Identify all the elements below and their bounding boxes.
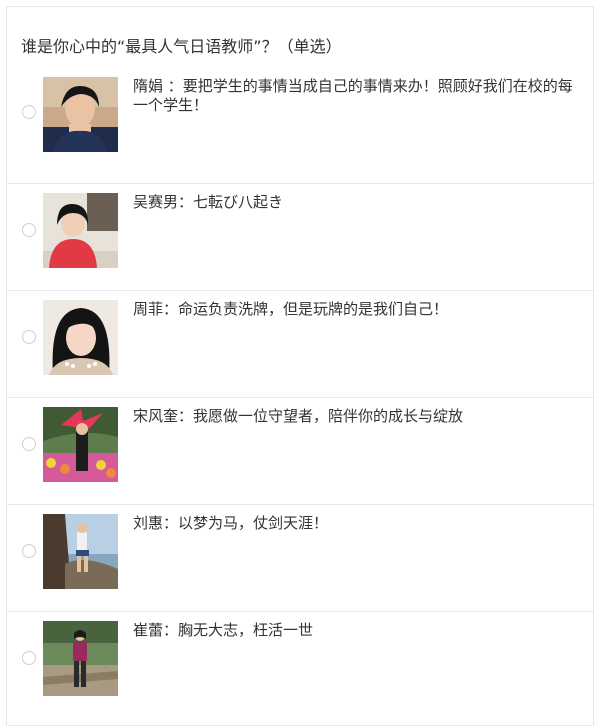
option-2-label: 吴赛男：七転び八起き [133,193,284,211]
option-4-label: 宋风奎：我愿做一位守望者，陪伴你的成长与绽放 [133,407,464,425]
option-1-photo [43,77,118,152]
question-title: 谁是你心中的“最具人气日语教师”？（单选） [21,37,342,56]
option-1-label: 隋娟 ：要把学生的事情当成自己的事情来办！照顾好我们在校的每一个学生！ [133,77,573,114]
option-3-radio[interactable] [22,330,36,344]
option-4-photo [43,407,118,482]
option-3-label: 周菲：命运负责洗牌，但是玩牌的是我们自己！ [133,300,449,318]
option-5-label: 刘惠：以梦为马，仗剑天涯！ [133,514,329,532]
option-6-label: 崔蕾：胸无大志，枉活一世 [133,621,314,639]
option-1[interactable]: 隋娟 ：要把学生的事情当成自己的事情来办！照顾好我们在校的每一个学生！ [7,77,595,184]
option-2[interactable]: 吴赛男：七転び八起き [7,184,595,291]
option-5-radio[interactable] [22,544,36,558]
option-3-photo [43,300,118,375]
survey-card: 谁是你心中的“最具人气日语教师”？（单选） 隋娟 ：要把学生的事情当成自己的事情… [6,6,595,726]
option-1-radio[interactable] [22,105,36,119]
option-6-photo [43,621,118,696]
option-2-photo [43,193,118,268]
option-5-photo [43,514,118,589]
option-4-radio[interactable] [22,437,36,451]
option-3[interactable]: 周菲：命运负责洗牌，但是玩牌的是我们自己！ [7,291,595,398]
option-6-radio[interactable] [22,651,36,665]
option-4[interactable]: 宋风奎：我愿做一位守望者，陪伴你的成长与绽放 [7,398,595,505]
option-list: 隋娟 ：要把学生的事情当成自己的事情来办！照顾好我们在校的每一个学生！ 吴赛男：… [7,77,595,718]
option-6[interactable]: 崔蕾：胸无大志，枉活一世 [7,612,595,718]
option-5[interactable]: 刘惠：以梦为马，仗剑天涯！ [7,505,595,612]
option-2-radio[interactable] [22,223,36,237]
